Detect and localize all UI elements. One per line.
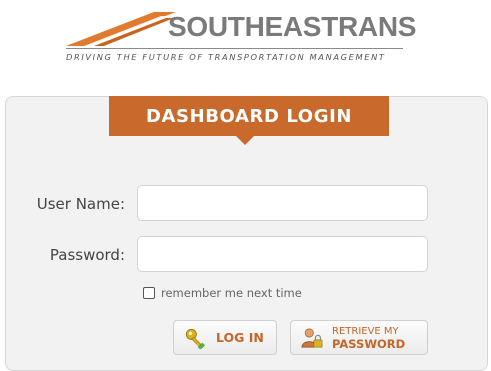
login-title-banner: DASHBOARD LOGIN xyxy=(109,96,389,136)
user-lock-icon xyxy=(301,327,323,348)
remember-me-label: remember me next time xyxy=(161,286,302,300)
retrieve-password-line1: RETRIEVE MY xyxy=(332,325,399,337)
logo-divider xyxy=(66,48,403,49)
brand-name-prefix: SOUTHEAS xyxy=(168,11,322,42)
brand-name-suffix: TRANS xyxy=(321,11,417,42)
username-input[interactable] xyxy=(137,185,428,221)
brand-wordmark: SOUTHEASTRANS xyxy=(168,11,416,43)
password-label: Password: xyxy=(49,246,125,264)
login-button[interactable]: LOG IN xyxy=(173,320,277,355)
login-title: DASHBOARD LOGIN xyxy=(145,105,353,127)
password-input[interactable] xyxy=(137,236,428,272)
retrieve-password-button[interactable]: RETRIEVE MY PASSWORD xyxy=(290,320,428,355)
brand-logo: SOUTHEASTRANS DRIVING THE FUTURE OF TRAN… xyxy=(62,6,416,64)
banner-pointer xyxy=(236,136,254,145)
retrieve-password-line2: PASSWORD xyxy=(332,336,406,351)
retrieve-password-text: RETRIEVE MY PASSWORD xyxy=(332,326,405,350)
road-swoosh-icon xyxy=(66,12,176,46)
remember-me[interactable]: remember me next time xyxy=(143,286,302,300)
username-label: User Name: xyxy=(36,195,125,213)
brand-tagline: DRIVING THE FUTURE OF TRANSPORTATION MAN… xyxy=(66,52,386,62)
login-button-label: LOG IN xyxy=(216,330,264,345)
key-icon xyxy=(185,328,206,349)
remember-me-checkbox[interactable] xyxy=(143,287,155,299)
